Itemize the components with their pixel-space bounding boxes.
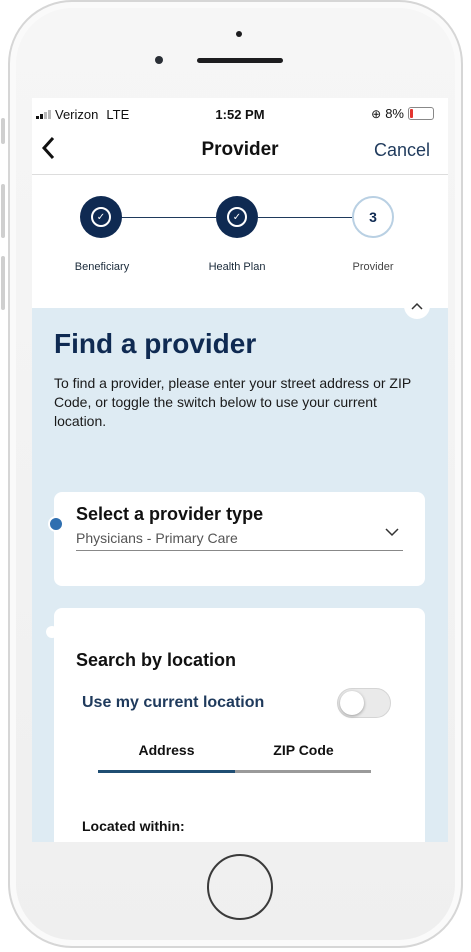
front-camera [155,56,163,64]
step-label-beneficiary: Beneficiary [74,261,130,273]
sensor-dot [236,31,242,37]
located-within-label: Located within: [82,818,185,834]
mute-switch [1,118,5,144]
location-title: Search by location [76,650,237,670]
earpiece-speaker [197,58,283,63]
battery-icon [408,107,434,120]
section-heading: Find a provider [54,328,257,359]
step-label-provider: Provider [352,261,394,273]
check-icon: ✓ [227,207,247,227]
tab-indicator-active [98,770,235,773]
select-underline [76,550,403,551]
orientation-lock-icon: ⊕ [371,106,382,121]
step-health-plan-done: ✓ [216,196,258,238]
tab-address[interactable]: Address [98,742,235,758]
section-description: To find a provider, please enter your st… [54,375,411,429]
provider-type-card: Select a provider type Physicians - Prim… [54,492,425,586]
step-complete-dot [48,516,64,532]
step-connector-1 [120,217,216,218]
status-bar: Verizon LTE 1:52 PM ⊕ 8% [32,98,448,128]
screen: Verizon LTE 1:52 PM ⊕ 8% Provider Cancel… [32,98,448,842]
step-pending-dot [46,626,58,638]
step-label-health-plan: Health Plan [208,261,266,273]
navigation-bar: Provider Cancel [32,128,448,175]
chevron-up-icon [411,302,423,310]
volume-down-button [1,256,5,310]
volume-up-button [1,184,5,238]
check-icon: ✓ [91,207,111,227]
tab-zip-code[interactable]: ZIP Code [235,742,372,758]
home-button[interactable] [207,854,273,920]
toggle-knob [340,691,364,715]
provider-type-select[interactable]: Physicians - Primary Care [76,530,238,546]
battery-percent: 8% [385,106,404,121]
step-beneficiary-done: ✓ [80,196,122,238]
current-location-toggle[interactable] [337,688,391,718]
chevron-down-icon[interactable] [385,524,399,542]
step-connector-2 [258,217,352,218]
cancel-button[interactable]: Cancel [374,140,430,161]
collapse-button[interactable] [404,293,430,319]
location-card: Search by location Use my current locati… [54,608,425,842]
tab-indicator-inactive [235,770,371,773]
step-provider-current: 3 [352,196,394,238]
current-location-label: Use my current location [82,694,265,711]
provider-type-title: Select a provider type [76,504,264,524]
